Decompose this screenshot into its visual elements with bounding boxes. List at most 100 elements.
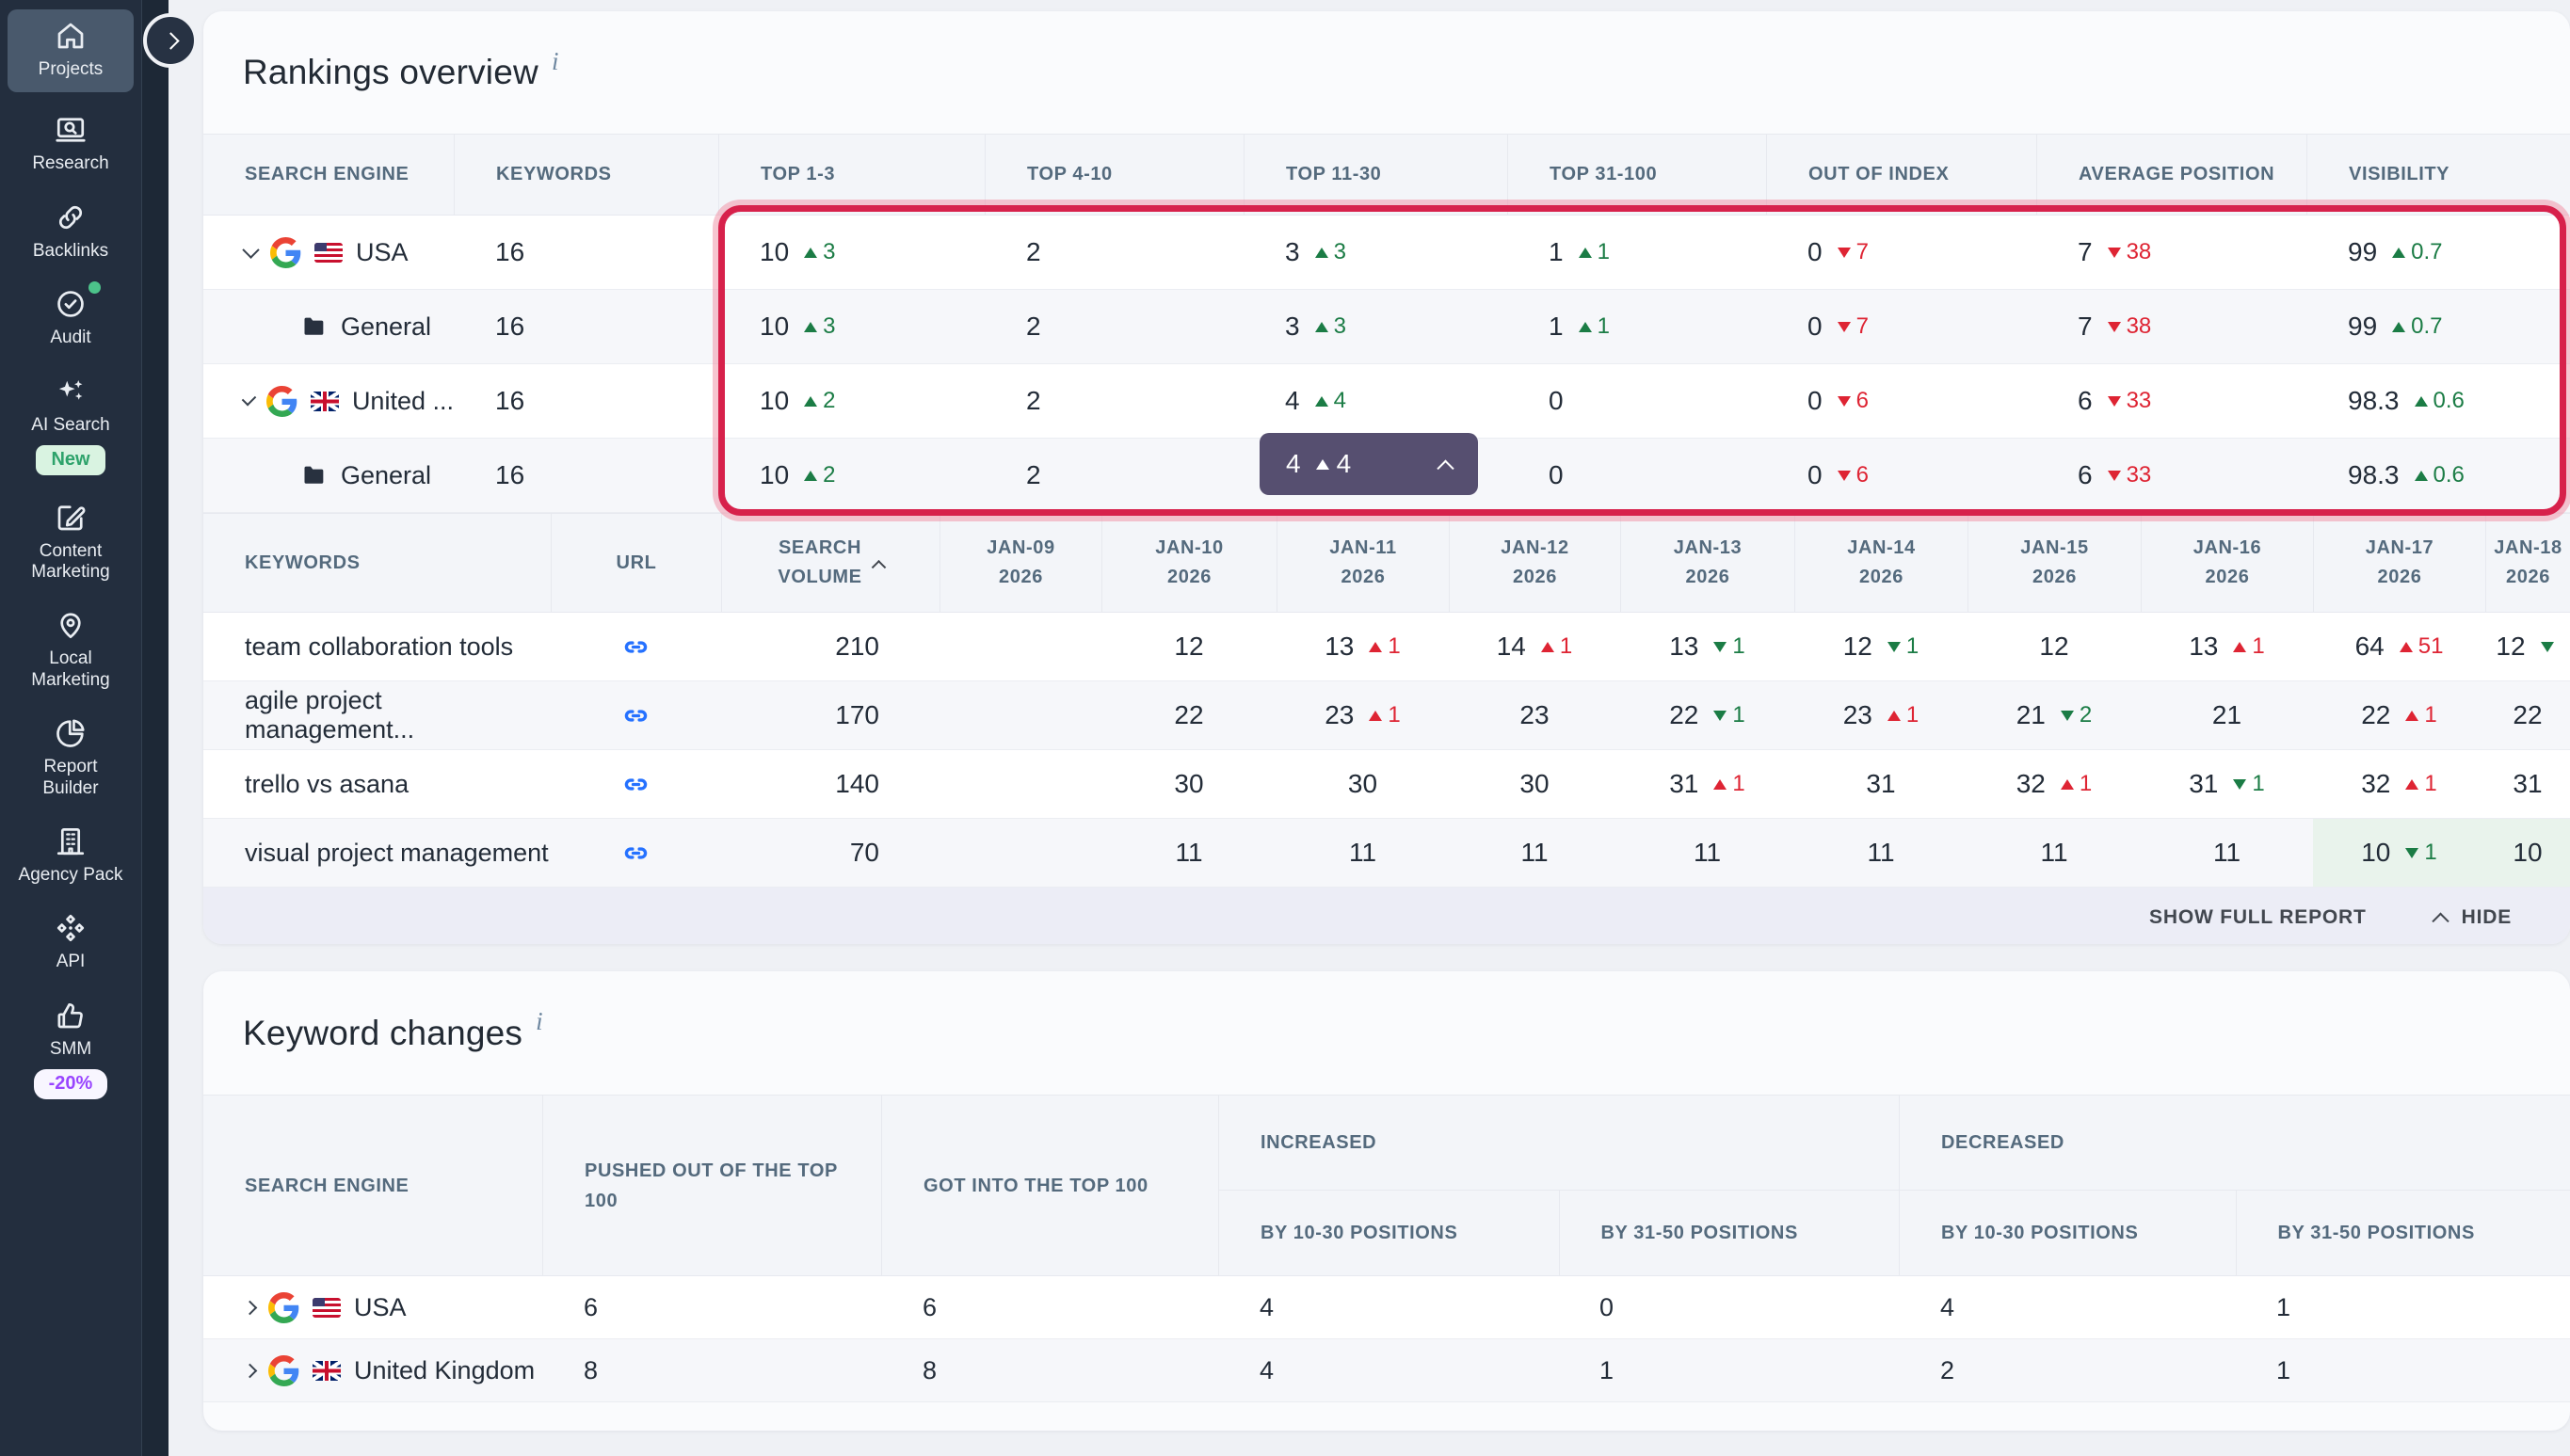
sidebar-expand-button[interactable] bbox=[143, 13, 198, 68]
cell-value: 99 bbox=[2348, 237, 2377, 267]
row-label: General bbox=[341, 461, 431, 490]
sidebar-item-audit[interactable]: Audit bbox=[8, 280, 134, 356]
cell-value: 10 bbox=[760, 386, 789, 416]
triangle-up-icon bbox=[2405, 711, 2418, 721]
url-link-cell[interactable] bbox=[551, 819, 721, 887]
sidebar-item-label: Backlinks bbox=[33, 241, 108, 262]
cell-value: 30 bbox=[1174, 769, 1203, 799]
cell-value: 2 bbox=[1026, 237, 1041, 267]
keyword-row-visual-project-management[interactable]: visual project management701111111111111… bbox=[203, 819, 2570, 888]
triangle-down-icon bbox=[1713, 642, 1727, 652]
url-link-icon[interactable] bbox=[621, 770, 651, 799]
cell-value: 14 bbox=[1497, 632, 1526, 662]
position-cell: 11 bbox=[1794, 819, 1968, 887]
triangle-up-icon bbox=[1315, 248, 1328, 258]
metric-value: 4 bbox=[1260, 1356, 1274, 1385]
flag-uk-icon bbox=[313, 1361, 341, 1381]
delta-down: 7 bbox=[1838, 313, 1869, 340]
search-volume-cell: 210 bbox=[721, 613, 940, 680]
home-icon bbox=[54, 19, 88, 53]
position-cell: 31 bbox=[1794, 750, 1968, 818]
metric-cell: 0 bbox=[1507, 364, 1766, 438]
position-cell: 131 bbox=[1620, 613, 1794, 680]
triangle-up-icon bbox=[2061, 779, 2074, 790]
url-link-icon[interactable] bbox=[621, 632, 651, 662]
metric-cell: 33 bbox=[1244, 216, 1507, 289]
triangle-up-icon bbox=[2392, 322, 2405, 332]
info-icon[interactable]: i bbox=[536, 1007, 543, 1036]
date-column-header: JAN-182026 bbox=[2494, 534, 2562, 592]
sidebar-item-research[interactable]: Research bbox=[8, 105, 134, 182]
column-header-label: TOP 31-100 bbox=[1550, 164, 1657, 185]
sidebar-item-smm[interactable]: SMM-20% bbox=[8, 991, 134, 1107]
delta-down: 6 bbox=[1838, 462, 1869, 488]
keyword-changes-row-usa[interactable]: USA664041 bbox=[203, 1276, 2570, 1339]
sidebar-items: Projects Research Backlinks Audit AI SearchN… bbox=[8, 9, 134, 1117]
sidebar-item-local-marketing[interactable]: Local Marketing bbox=[8, 600, 134, 698]
url-link-cell[interactable] bbox=[551, 613, 721, 680]
delta-up: 51 bbox=[2400, 633, 2444, 660]
triangle-down-icon bbox=[1713, 711, 1727, 721]
thumbs-up-icon bbox=[54, 999, 88, 1032]
value-cell: 8 bbox=[542, 1339, 881, 1401]
cell-value: 2 bbox=[1026, 460, 1041, 490]
position-cell bbox=[940, 819, 1101, 887]
rankings-row-general[interactable]: General161032331107738990.7 bbox=[203, 290, 2570, 364]
position-cell: 311 bbox=[2141, 750, 2313, 818]
delta-up: 2 bbox=[804, 462, 835, 488]
metric-cell: 633 bbox=[2036, 439, 2306, 512]
cell-value: 32 bbox=[2361, 769, 2390, 799]
hide-button[interactable]: HIDE bbox=[2434, 906, 2512, 929]
sidebar-item-content-marketing[interactable]: Content Marketing bbox=[8, 493, 134, 591]
column-header-search-volume[interactable]: SEARCHVOLUME bbox=[721, 514, 940, 612]
sidebar-item-report-builder[interactable]: Report Builder bbox=[8, 709, 134, 807]
show-full-report-button[interactable]: SHOW FULL REPORT bbox=[2149, 906, 2367, 929]
info-icon[interactable]: i bbox=[552, 47, 559, 76]
cell-value: 64 bbox=[2355, 632, 2385, 662]
sidebar-item-api[interactable]: API bbox=[8, 904, 134, 980]
url-link-cell[interactable] bbox=[551, 750, 721, 818]
keyword-cell: visual project management bbox=[203, 819, 551, 887]
sidebar-item-backlinks[interactable]: Backlinks bbox=[8, 193, 134, 269]
column-header-visibility: VISIBILITY bbox=[2306, 135, 2570, 215]
triangle-down-icon bbox=[2061, 711, 2074, 721]
delta-down: 1 bbox=[2405, 840, 2436, 866]
chevron-up-icon[interactable] bbox=[1437, 459, 1454, 476]
url-link-cell[interactable] bbox=[551, 681, 721, 749]
position-cell: 11 bbox=[1620, 819, 1794, 887]
position-tooltip[interactable]: 4 4 bbox=[1260, 433, 1478, 495]
url-link-icon[interactable] bbox=[621, 839, 651, 868]
keyword-row-trello-vs-asana[interactable]: trello vs asana1403030303113132131132131 bbox=[203, 750, 2570, 819]
triangle-down-icon bbox=[2108, 248, 2121, 258]
column-header-jan-16-2026: JAN-162026 bbox=[2141, 514, 2313, 612]
keyword-row-agile-project-management-[interactable]: agile project management...1702223123221… bbox=[203, 681, 2570, 750]
keywords-count: 16 bbox=[495, 312, 524, 342]
keyword-changes-row-united-kingdom[interactable]: United Kingdom884121 bbox=[203, 1339, 2570, 1402]
rankings-row-usa[interactable]: USA161032331107738990.7 bbox=[203, 216, 2570, 290]
url-link-icon[interactable] bbox=[621, 701, 651, 730]
cell-value: 31 bbox=[2513, 769, 2542, 799]
delta-up: 3 bbox=[1315, 239, 1346, 265]
chevron-right-icon[interactable] bbox=[243, 1363, 258, 1378]
keyword-row-team-collaboration-tools[interactable]: team collaboration tools2101213114113112… bbox=[203, 613, 2570, 681]
cell-value: 22 bbox=[1174, 700, 1203, 730]
column-header-label: KEYWORDS bbox=[496, 164, 612, 185]
group-subheaders: BY 10-30 POSITIONSBY 31-50 POSITIONS bbox=[1219, 1191, 1899, 1275]
triangle-up-icon bbox=[1541, 642, 1554, 652]
sidebar-item-ai-search[interactable]: AI SearchNew bbox=[8, 367, 134, 483]
chevron-down-icon[interactable] bbox=[242, 391, 257, 406]
delta-up: 1 bbox=[1579, 313, 1610, 340]
chevron-right-icon[interactable] bbox=[243, 1300, 258, 1315]
sidebar-item-agency-pack[interactable]: Agency Pack bbox=[8, 817, 134, 893]
column-header-pushed-out-of-the-top-100: PUSHED OUT OF THE TOP 100 bbox=[542, 1096, 881, 1275]
chevron-down-icon[interactable] bbox=[242, 241, 259, 258]
rankings-row-united-[interactable]: United ...1610224400663398.30.6 bbox=[203, 364, 2570, 439]
date-column-header: JAN-122026 bbox=[1501, 534, 1569, 592]
search-volume-cell: 70 bbox=[721, 819, 940, 887]
rankings-table-header: SEARCH ENGINEKEYWORDSTOP 1-3TOP 4-10TOP … bbox=[203, 134, 2570, 216]
column-header-label: AVERAGE POSITION bbox=[2079, 164, 2274, 185]
metric-cell: 102 bbox=[718, 364, 985, 438]
triangle-down-icon bbox=[2405, 848, 2418, 858]
sidebar-item-projects[interactable]: Projects bbox=[8, 9, 134, 92]
position-cell: 131 bbox=[1277, 613, 1449, 680]
